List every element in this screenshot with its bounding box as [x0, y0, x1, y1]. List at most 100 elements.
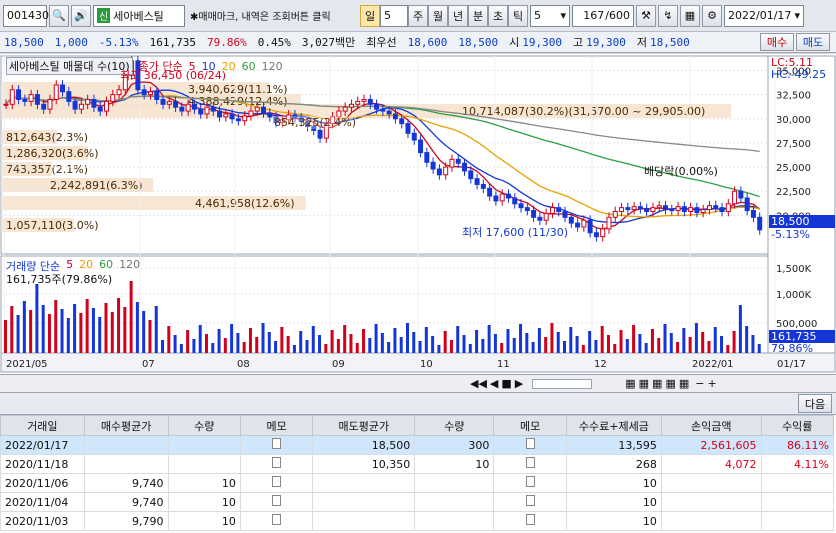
column-header[interactable]: 수익률 — [760, 415, 834, 436]
memo-cell[interactable] — [239, 435, 314, 455]
period-year-button[interactable]: 년 — [448, 4, 468, 27]
sell-button[interactable]: 매도 — [796, 33, 830, 51]
memo-icon[interactable] — [272, 514, 282, 525]
table-cell: 10 — [167, 492, 241, 512]
count-field[interactable]: 167/600 — [572, 4, 634, 27]
volume-bar — [437, 345, 441, 353]
volume-bar — [475, 330, 479, 353]
table-cell: 2020/11/18 — [0, 454, 85, 474]
column-header[interactable]: 거래일 — [0, 415, 85, 436]
tools-button[interactable]: ⚒ — [636, 4, 656, 27]
memo-icon[interactable] — [525, 514, 535, 525]
volume-bar — [374, 324, 378, 353]
memo-icon[interactable] — [525, 457, 535, 468]
chart-canvas[interactable]: 1,057,110(3.0%) 4,461,958(12.6%) 2,242,891… — [0, 54, 836, 374]
low-price: 18,500 — [649, 35, 690, 49]
column-header[interactable]: 매도평균가 — [312, 415, 416, 436]
play-back-icon[interactable]: ◀ — [490, 377, 498, 390]
period-second-button[interactable]: 초 — [488, 4, 508, 27]
column-header[interactable]: 매수평균가 — [83, 415, 169, 436]
price-marker: 18,500 — [769, 215, 835, 228]
toolbar: 001430 🔍 🔊 신 세아베스틸 ✱매매마크, 내역은 조회버튼 클릭 일 … — [0, 0, 836, 32]
memo-icon[interactable] — [525, 476, 535, 487]
candle — [681, 206, 687, 213]
column-header[interactable]: 수수료+제세금 — [565, 415, 662, 436]
memo-cell[interactable] — [493, 473, 567, 493]
volume-bar — [588, 331, 592, 353]
chevron-down-icon: ▾ — [794, 9, 800, 22]
table-row[interactable]: 2020/11/03 9,790 10 10 — [0, 511, 834, 531]
zoom-out-icon[interactable]: − — [695, 377, 704, 390]
table-row[interactable]: 2020/11/18 10,350 10 268 4,072 4.11% — [0, 454, 834, 474]
compare-button[interactable]: ↯ — [658, 4, 678, 27]
new-badge: 신 — [97, 8, 111, 23]
candle — [468, 170, 474, 180]
memo-icon[interactable] — [272, 457, 282, 468]
memo-icon[interactable] — [272, 476, 282, 487]
sound-button[interactable]: 🔊 — [71, 4, 91, 27]
candle — [725, 203, 731, 213]
zoom-in-icon[interactable]: + — [707, 377, 716, 390]
candle — [53, 84, 59, 100]
candle — [719, 207, 725, 213]
volume-bar — [305, 340, 309, 353]
table-cell — [660, 492, 762, 512]
memo-cell[interactable] — [239, 492, 314, 512]
search-button[interactable]: 🔍 — [49, 4, 69, 27]
period-week-button[interactable]: 주 — [408, 4, 428, 27]
memo-icon[interactable] — [525, 495, 535, 506]
memo-cell[interactable] — [493, 435, 567, 455]
period-tick-button[interactable]: 틱 — [508, 4, 528, 27]
volume-bar — [117, 298, 121, 353]
stock-chart[interactable]: 1,057,110(3.0%) 4,461,958(12.6%) 2,242,891… — [0, 54, 836, 374]
volume-bar — [211, 343, 215, 353]
column-header[interactable]: 메모 — [239, 415, 314, 436]
column-header[interactable]: 수량 — [167, 415, 241, 436]
stock-name-field[interactable]: 신 세아베스틸 — [93, 4, 185, 27]
settings-button[interactable]: ⚙ — [702, 4, 722, 27]
column-header[interactable]: 메모 — [493, 415, 567, 436]
interval-select[interactable]: 5 ▾ — [530, 4, 570, 27]
period-multiplier[interactable]: 5 — [380, 4, 408, 27]
candle — [562, 211, 568, 218]
rewind-icon[interactable]: ◀◀ — [470, 377, 487, 390]
volume-bar — [186, 330, 190, 353]
zoom-icons[interactable]: ▦▦▦▦▦ — [625, 377, 692, 390]
memo-cell[interactable] — [493, 454, 567, 474]
buy-button[interactable]: 매수 — [760, 33, 794, 51]
chart-scrollbar[interactable] — [532, 378, 593, 389]
chart-title[interactable]: 세아베스틸 매물대 수(10) — [6, 57, 133, 75]
column-header[interactable]: 손익금액 — [660, 415, 762, 436]
chevron-down-icon: ▾ — [560, 9, 566, 22]
stock-code-field[interactable]: 001430 — [3, 4, 49, 27]
memo-cell[interactable] — [493, 511, 567, 531]
next-button[interactable]: 다음 — [798, 394, 832, 413]
period-day-button[interactable]: 일 — [360, 4, 380, 27]
date-field[interactable]: 2022/01/17 ▾ — [724, 4, 804, 27]
memo-icon[interactable] — [272, 438, 282, 449]
candle — [3, 103, 9, 106]
column-header[interactable]: 수량 — [414, 415, 495, 436]
period-month-button[interactable]: 월 — [428, 4, 448, 27]
grid-button[interactable]: ▦ — [680, 4, 700, 27]
table-row[interactable]: 2022/01/17 18,500 300 13,595 2,561,605 86.11% — [0, 435, 834, 455]
period-minute-button[interactable]: 분 — [468, 4, 488, 27]
stop-icon[interactable]: ■ — [501, 377, 511, 390]
table-row[interactable]: 2020/11/06 9,740 10 10 — [0, 473, 834, 493]
candle — [154, 91, 160, 100]
candle — [28, 94, 34, 102]
memo-cell[interactable] — [493, 492, 567, 512]
memo-cell[interactable] — [239, 473, 314, 493]
memo-icon[interactable] — [525, 438, 535, 449]
memo-cell[interactable] — [239, 511, 314, 531]
table-cell: 2020/11/06 — [0, 473, 85, 493]
volume-bar — [311, 326, 315, 353]
volume-bar — [35, 284, 39, 353]
play-forward-icon[interactable]: ▶ — [515, 377, 523, 390]
table-row[interactable]: 2020/11/04 9,740 10 10 — [0, 492, 834, 512]
candle — [644, 208, 650, 213]
memo-icon[interactable] — [272, 495, 282, 506]
x-tick-label: 07 — [142, 359, 155, 370]
memo-cell[interactable] — [239, 454, 314, 474]
volume-bar — [299, 331, 303, 353]
